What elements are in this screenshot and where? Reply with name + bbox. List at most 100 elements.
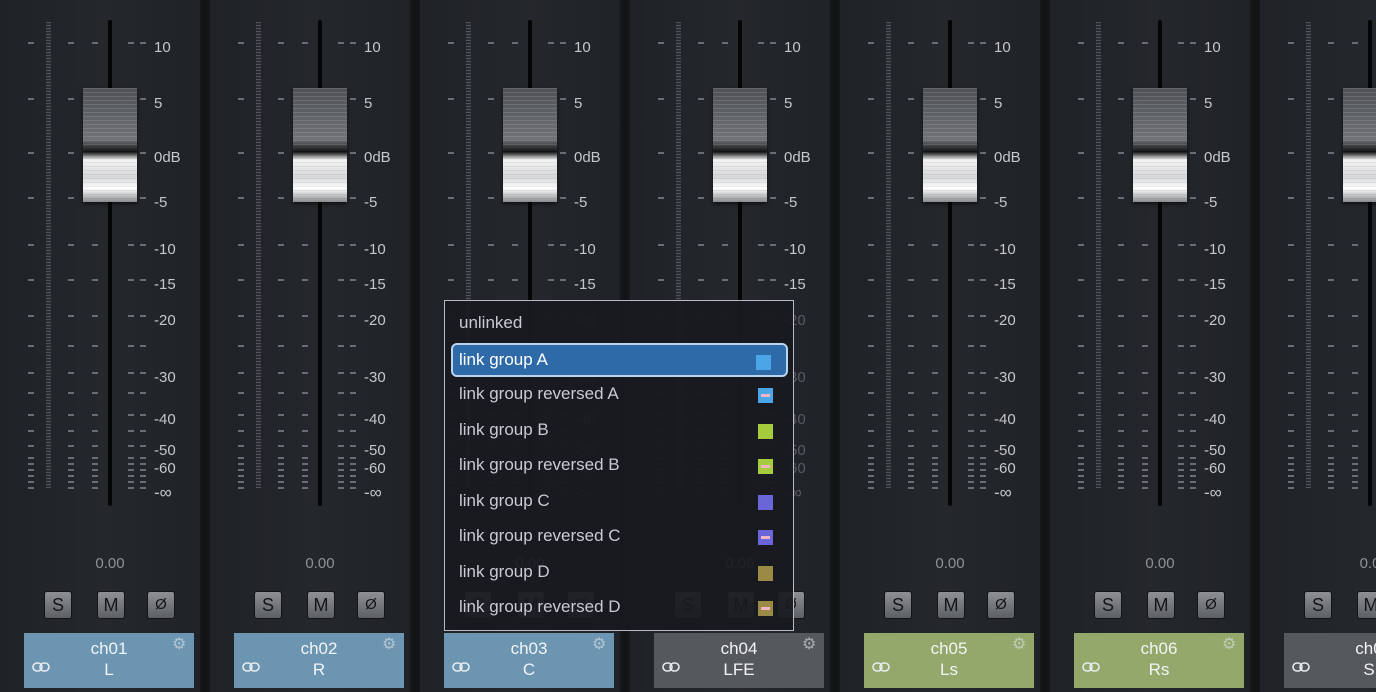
gear-icon[interactable]: ⚙ [802, 637, 816, 653]
scale-tick [1142, 469, 1148, 471]
link-icon[interactable] [32, 659, 50, 672]
scale-tick [1352, 372, 1358, 374]
mute-button[interactable]: M [1357, 591, 1376, 619]
scale-label: 10 [364, 39, 381, 56]
gear-icon[interactable]: ⚙ [1222, 637, 1236, 653]
scale-tick [128, 42, 134, 44]
phase-button[interactable]: Ø [987, 591, 1015, 619]
menu-item-link-group-reversed-A[interactable]: link group reversed A [451, 378, 788, 412]
scale-tick [758, 244, 764, 246]
scale-tick [1190, 372, 1196, 374]
scale-tick [238, 152, 244, 154]
color-swatch [758, 565, 773, 581]
scale-tick [968, 345, 974, 347]
channel-name-bar[interactable]: ⚙ ch05 Ls [864, 633, 1034, 688]
scale-tick [140, 481, 146, 483]
scale-tick [908, 315, 914, 317]
link-icon[interactable] [452, 659, 470, 672]
mute-button[interactable]: M [307, 591, 335, 619]
scale-tick [28, 463, 34, 465]
scale-tick [28, 445, 34, 447]
channel-name-bar[interactable]: ⚙ ch03 C [444, 633, 614, 688]
scale-tick [1288, 244, 1294, 246]
menu-item-link-group-C[interactable]: link group C [451, 485, 788, 519]
scale-tick [1190, 315, 1196, 317]
color-swatch [758, 459, 773, 474]
fader-handle[interactable] [83, 88, 137, 202]
mute-button[interactable]: M [1147, 591, 1175, 619]
scale-tick [278, 372, 284, 374]
scale-tick [338, 42, 344, 44]
solo-button[interactable]: S [44, 591, 72, 619]
menu-item-link-group-A[interactable]: link group A [451, 342, 788, 377]
scale-tick [302, 279, 308, 281]
scale-tick [1078, 414, 1084, 416]
scale-tick [68, 445, 74, 447]
scale-tick [140, 345, 146, 347]
scale-tick [238, 98, 244, 100]
link-icon[interactable] [872, 659, 890, 672]
menu-item-link-group-D[interactable]: link group D [451, 556, 788, 590]
fader-handle[interactable] [923, 88, 977, 202]
solo-button[interactable]: S [1094, 591, 1122, 619]
scale-tick [1142, 315, 1148, 317]
link-icon[interactable] [662, 659, 680, 672]
scale-label: 5 [784, 95, 793, 112]
channel-name-bar[interactable]: ⚙ ch02 R [234, 633, 404, 688]
solo-button[interactable]: S [254, 591, 282, 619]
scale-tick [68, 152, 74, 154]
mute-button[interactable]: M [937, 591, 965, 619]
menu-item-link-group-B[interactable]: link group B [451, 414, 788, 448]
scale-tick [448, 279, 454, 281]
menu-item-link-group-reversed-D[interactable]: link group reversed D [451, 591, 788, 625]
channel-name-bar[interactable]: ⚙ ch01 L [24, 633, 194, 688]
channel-role: LFE [723, 660, 755, 679]
menu-item-unlinked[interactable]: unlinked [451, 307, 788, 341]
mute-button[interactable]: M [97, 591, 125, 619]
channel-name-bar[interactable]: ⚙ ch04 LFE [654, 633, 824, 688]
menu-item-label: link group reversed C [459, 526, 621, 545]
scale-tick [908, 487, 914, 489]
scale-tick [92, 463, 98, 465]
scale-tick [968, 475, 974, 477]
phase-button[interactable]: Ø [357, 591, 385, 619]
scale-tick [350, 42, 356, 44]
channel-name-bar[interactable]: ⚙ch0S [1284, 633, 1376, 688]
gear-icon[interactable]: ⚙ [382, 637, 396, 653]
link-icon[interactable] [242, 659, 260, 672]
link-icon[interactable] [1082, 659, 1100, 672]
scale-tick [980, 244, 986, 246]
scale-tick [868, 481, 874, 483]
phase-button[interactable]: Ø [147, 591, 175, 619]
gear-icon[interactable]: ⚙ [1012, 637, 1026, 653]
phase-button[interactable]: Ø [1197, 591, 1225, 619]
solo-button[interactable]: S [884, 591, 912, 619]
gear-icon[interactable]: ⚙ [172, 637, 186, 653]
menu-item-link-group-reversed-B[interactable]: link group reversed B [451, 449, 788, 483]
fader-handle[interactable] [1133, 88, 1187, 202]
fader-handle[interactable] [1343, 88, 1376, 202]
scale-label: 0dB [364, 149, 391, 166]
channel-name-bar[interactable]: ⚙ ch06 Rs [1074, 633, 1244, 688]
fader-handle[interactable] [713, 88, 767, 202]
scale-tick [238, 197, 244, 199]
scale-tick [868, 445, 874, 447]
solo-button[interactable]: S [1304, 591, 1332, 619]
scale-tick [698, 152, 704, 154]
scale-tick [908, 445, 914, 447]
scale-tick [932, 463, 938, 465]
scale-tick [238, 445, 244, 447]
scale-tick [980, 430, 986, 432]
menu-item-link-group-reversed-C[interactable]: link group reversed C [451, 520, 788, 554]
scale-tick [1352, 315, 1358, 317]
scale-tick [908, 98, 914, 100]
scale-tick [1328, 430, 1334, 432]
gear-icon[interactable]: ⚙ [592, 637, 606, 653]
link-icon[interactable] [1292, 659, 1310, 672]
scale-tick [980, 463, 986, 465]
fader-handle[interactable] [293, 88, 347, 202]
fader-handle[interactable] [503, 88, 557, 202]
scale-label: -15 [1204, 276, 1226, 293]
scale-tick [1288, 197, 1294, 199]
scale-tick [92, 414, 98, 416]
